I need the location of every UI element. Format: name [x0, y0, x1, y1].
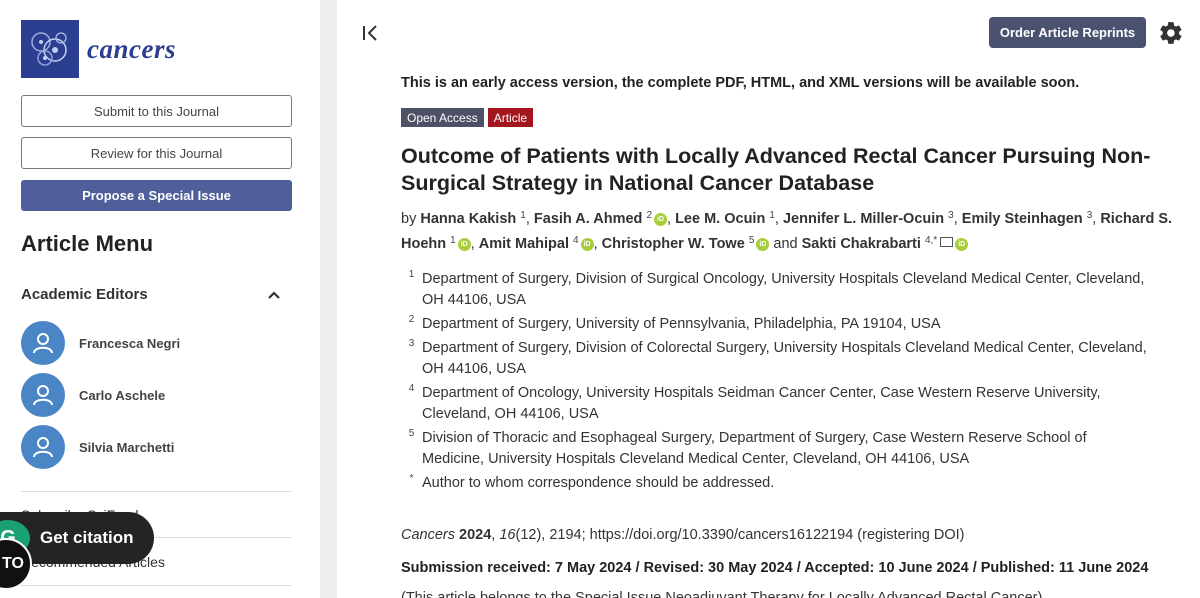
- orcid-icon[interactable]: iD: [955, 238, 969, 251]
- affiliation-number: 2: [408, 314, 415, 325]
- affiliation-item: 1 Department of Surgery, Division of Sur…: [401, 269, 1151, 311]
- editor-name[interactable]: Carlo Aschele: [79, 388, 165, 403]
- article-badges: Open Access Article: [401, 108, 534, 127]
- editor-item[interactable]: Francesca Negri: [21, 321, 180, 365]
- order-reprints-button[interactable]: Order Article Reprints: [989, 17, 1146, 48]
- orcid-icon[interactable]: iD: [654, 213, 668, 226]
- sidebar-gutter: [320, 0, 337, 598]
- orcid-icon[interactable]: iD: [756, 238, 770, 251]
- author-affiliation-sup: 4,*: [924, 235, 938, 246]
- affiliation-item: * Author to whom correspondence should b…: [401, 473, 1151, 494]
- cancers-logo-icon: [21, 20, 79, 78]
- author-affiliation-sup: 1: [769, 210, 775, 221]
- divider: [21, 585, 292, 586]
- affiliation-text: Department of Surgery, Division of Color…: [422, 340, 1147, 377]
- affiliation-text: Division of Thoracic and Esophageal Surg…: [422, 430, 1087, 467]
- publication-dates: Submission received: 7 May 2024 / Revise…: [401, 560, 1149, 576]
- editor-item[interactable]: Silvia Marchetti: [21, 425, 174, 469]
- affiliation-text: Department of Surgery, Division of Surgi…: [422, 271, 1145, 308]
- affiliation-text: Department of Surgery, University of Pen…: [422, 316, 941, 332]
- affiliation-number: 1: [408, 269, 415, 280]
- affiliation-item: 4 Department of Oncology, University Hos…: [401, 383, 1151, 425]
- early-access-notice: This is an early access version, the com…: [401, 75, 1080, 91]
- affiliation-number: 3: [408, 338, 415, 349]
- article-title: Outcome of Patients with Locally Advance…: [401, 144, 1151, 195]
- mail-icon[interactable]: [940, 237, 954, 247]
- chevron-up-icon: [268, 290, 280, 299]
- affiliation-item: 5 Division of Thoracic and Esophageal Su…: [401, 428, 1151, 470]
- submit-to-journal-button[interactable]: Submit to this Journal: [21, 95, 292, 127]
- author-link[interactable]: Emily Steinhagen: [962, 211, 1083, 227]
- affiliation-number: 5: [408, 428, 415, 439]
- editor-item[interactable]: Carlo Aschele: [21, 373, 165, 417]
- citation-year: 2024: [459, 527, 492, 543]
- author-link[interactable]: Hanna Kakish: [420, 211, 516, 227]
- logo-text: cancers: [87, 33, 176, 64]
- user-avatar-icon: [21, 373, 65, 417]
- user-avatar-icon: [21, 321, 65, 365]
- divider: [21, 491, 292, 492]
- journal-name: Cancers: [401, 527, 455, 543]
- orcid-icon[interactable]: iD: [457, 238, 471, 251]
- collapse-sidebar-icon[interactable]: [360, 22, 382, 44]
- author-link[interactable]: Sakti Chakrabarti: [802, 236, 921, 252]
- author-link[interactable]: Fasih A. Ahmed: [534, 211, 643, 227]
- affiliation-text: Author to whom correspondence should be …: [422, 475, 775, 491]
- affiliations-list: 1 Department of Surgery, Division of Sur…: [401, 269, 1151, 497]
- affiliation-number: *: [409, 473, 414, 484]
- affiliation-item: 3 Department of Surgery, Division of Col…: [401, 338, 1151, 380]
- author-affiliation-sup: 4: [573, 235, 579, 246]
- citation-volume: 16: [499, 527, 516, 543]
- academic-editors-toggle[interactable]: Academic Editors: [21, 286, 281, 303]
- editor-name[interactable]: Silvia Marchetti: [79, 440, 174, 455]
- gear-icon[interactable]: [1158, 20, 1184, 46]
- article-type-badge: Article: [487, 108, 534, 127]
- affiliation-text: Department of Oncology, University Hospi…: [422, 385, 1101, 422]
- academic-editors-label: Academic Editors: [21, 286, 148, 303]
- article-menu-title: Article Menu: [21, 231, 154, 256]
- author-affiliation-sup: 3: [1086, 210, 1093, 221]
- author-link[interactable]: Jennifer L. Miller-Ocuin: [783, 211, 944, 227]
- author-link[interactable]: Amit Mahipal: [479, 236, 569, 252]
- author-link[interactable]: Lee M. Ocuin: [675, 211, 765, 227]
- affiliation-number: 4: [408, 383, 415, 394]
- user-avatar-icon: [21, 425, 65, 469]
- author-affiliation-sup: 3: [948, 210, 954, 221]
- author-list: by Hanna Kakish 1, Fasih A. Ahmed 2 iD, L…: [401, 210, 1173, 252]
- review-for-journal-button[interactable]: Review for this Journal: [21, 137, 292, 169]
- journal-logo[interactable]: cancers: [21, 20, 176, 78]
- get-citation-label: Get citation: [40, 528, 134, 547]
- author-affiliation-sup: 1: [520, 210, 526, 221]
- sidebar: cancers Submit to this Journal Review fo…: [0, 0, 320, 598]
- propose-special-issue-button[interactable]: Propose a Special Issue: [21, 180, 292, 211]
- by-label: by: [401, 211, 417, 227]
- orcid-icon[interactable]: iD: [580, 238, 594, 251]
- citation-details[interactable]: (12), 2194; https://doi.org/10.3390/canc…: [516, 527, 965, 543]
- author-link[interactable]: Christopher W. Towe: [602, 236, 745, 252]
- editor-name[interactable]: Francesca Negri: [79, 336, 180, 351]
- citation-line: Cancers 2024, 16(12), 2194; https://doi.…: [401, 527, 965, 543]
- and-label: and: [773, 236, 798, 252]
- author-affiliation-sup: 2: [646, 210, 653, 221]
- open-access-badge: Open Access: [401, 108, 484, 127]
- affiliation-item: 2 Department of Surgery, University of P…: [401, 314, 1151, 335]
- author-affiliation-sup: 5: [748, 235, 755, 246]
- author-affiliation-sup: 1: [450, 235, 456, 246]
- special-issue-note[interactable]: (This article belongs to the Special Iss…: [401, 590, 1042, 598]
